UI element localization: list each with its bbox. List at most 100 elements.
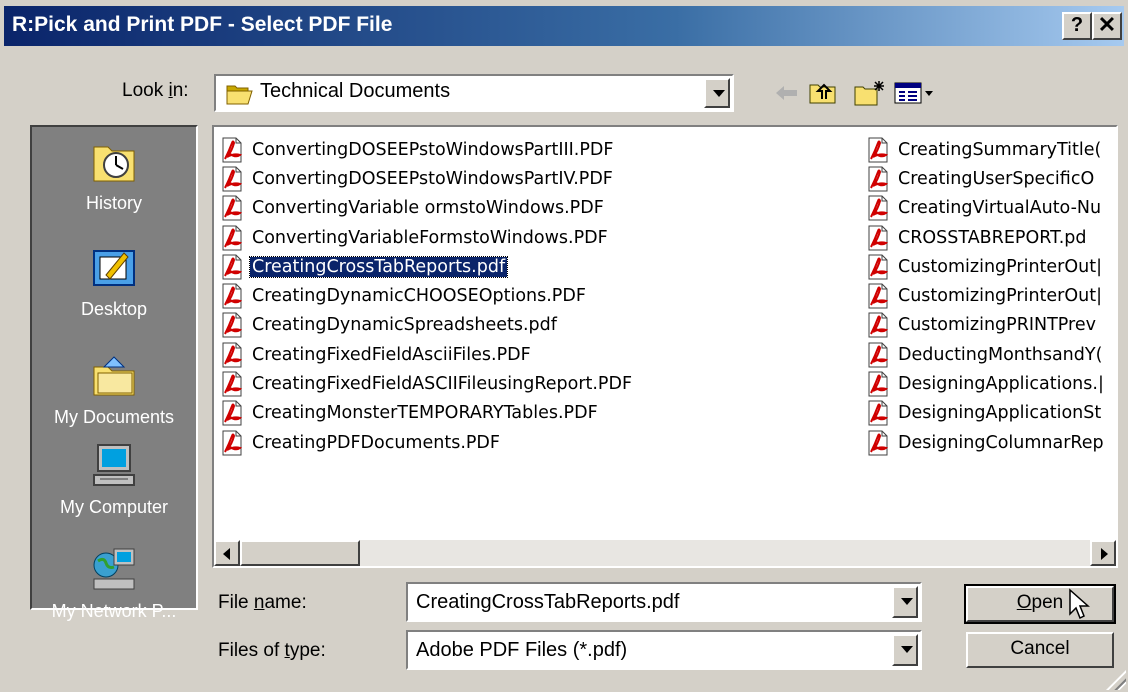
file-list-item[interactable]: ConvertingDOSEEPstoWindowsPartIV.PDF — [220, 164, 634, 193]
open-folder-icon — [226, 85, 253, 105]
scroll-left-button[interactable] — [214, 540, 240, 566]
file-list-item[interactable]: CreatingFixedFieldAsciiFiles.PDF — [220, 340, 634, 369]
file-list-item[interactable]: CustomizingPrinterOut| — [866, 281, 1106, 310]
pdf-file-icon — [222, 400, 243, 426]
file-column-2: CreatingSummaryTitle( CreatingUserSpecifi… — [866, 135, 1106, 457]
pdf-file-icon — [868, 166, 889, 192]
look-in-value: Technical Documents — [260, 80, 451, 102]
file-name-text: CustomizingPrinterOut| — [898, 286, 1102, 307]
file-name-text: ConvertingDOSEEPstoWindowsPartIV.PDF — [252, 168, 613, 189]
file-list-item[interactable]: CreatingDynamicCHOOSEOptions.PDF — [220, 281, 634, 310]
file-list-item[interactable]: ConvertingVariableFormstoWindows.PDF — [220, 223, 634, 252]
up-one-level-button[interactable] — [806, 78, 840, 108]
help-button[interactable]: ? — [1062, 12, 1092, 40]
pdf-file-icon — [222, 137, 243, 163]
look-in-combo[interactable]: Technical Documents — [214, 74, 734, 112]
file-type-label: Files of type: — [218, 640, 326, 662]
new-folder-button[interactable] — [850, 78, 890, 108]
file-name-label: File name: — [218, 592, 307, 614]
file-list-item[interactable]: CreatingVirtualAuto-Nu — [866, 194, 1106, 223]
close-button[interactable]: ✕ — [1092, 12, 1122, 40]
file-list-item[interactable]: DesigningApplicationSt — [866, 399, 1106, 428]
pdf-file-icon — [222, 371, 243, 397]
window-title: R:Pick and Print PDF - Select PDF File — [12, 13, 393, 36]
pdf-file-icon — [868, 312, 889, 338]
pdf-file-icon — [222, 430, 243, 456]
mouse-cursor-icon — [1069, 588, 1090, 620]
file-list-item[interactable]: CROSSTABREPORT.pd — [866, 223, 1106, 252]
file-list-item[interactable]: ConvertingVariable ormstoWindows.PDF — [220, 194, 634, 223]
views-menu-button[interactable] — [892, 78, 938, 108]
place-my-computer[interactable]: My Computer — [32, 443, 196, 518]
open-button-accel: O — [1016, 592, 1032, 613]
pdf-file-icon — [222, 342, 243, 368]
file-name-combo[interactable]: CreatingCrossTabReports.pdf — [406, 582, 922, 622]
file-list-item[interactable]: DesigningColumnarRep — [866, 428, 1106, 457]
cancel-button[interactable]: Cancel — [966, 632, 1114, 668]
file-name-text: ConvertingVariableFormstoWindows.PDF — [252, 227, 608, 248]
file-list-item[interactable]: ConvertingDOSEEPstoWindowsPartIII.PDF — [220, 135, 634, 164]
history-icon — [93, 146, 135, 182]
pdf-file-icon — [868, 342, 889, 368]
resize-grip[interactable] — [1106, 670, 1126, 690]
file-list-item[interactable]: CreatingCrossTabReports.pdf — [220, 252, 634, 281]
views-menu-icon — [894, 82, 933, 104]
place-my-documents[interactable]: My Documents — [32, 353, 196, 428]
file-name-text: DesigningApplicationSt — [898, 403, 1102, 424]
open-button-rest: pen — [1031, 592, 1064, 613]
place-my-network-places[interactable]: My Network P... — [32, 547, 196, 622]
desktop-icon — [93, 250, 135, 286]
back-button[interactable] — [772, 78, 802, 108]
file-list-item[interactable]: CreatingMonsterTEMPORARYTables.PDF — [220, 399, 634, 428]
place-history[interactable]: History — [32, 139, 196, 214]
look-in-label-pre: Look — [122, 80, 169, 101]
new-folder-icon — [854, 81, 884, 106]
file-list-item[interactable]: CreatingDynamicSpreadsheets.pdf — [220, 311, 634, 340]
file-type-dropdown-button[interactable] — [892, 634, 918, 666]
file-list-item[interactable]: CustomizingPrinterOut| — [866, 252, 1106, 281]
select-pdf-dialog: R:Pick and Print PDF - Select PDF File ?… — [0, 0, 1128, 692]
file-list-item[interactable]: DeductingMonthsandY( — [866, 340, 1106, 369]
file-name-text: CreatingSummaryTitle( — [898, 139, 1102, 160]
my-network-places-icon — [93, 548, 135, 590]
place-label: Desktop — [80, 299, 148, 319]
file-name-text: CreatingCrossTabReports.pdf — [248, 255, 509, 278]
scroll-right-button[interactable] — [1090, 540, 1116, 566]
pdf-file-icon — [222, 195, 243, 221]
horizontal-scrollbar[interactable] — [214, 540, 1116, 566]
file-list[interactable]: ConvertingDOSEEPstoWindowsPartIII.PDF Con… — [212, 125, 1118, 568]
place-label: My Network P... — [51, 601, 177, 621]
file-name-text: CreatingVirtualAuto-Nu — [898, 198, 1102, 219]
pdf-file-icon — [222, 312, 243, 338]
pdf-file-icon — [222, 225, 243, 251]
file-list-item[interactable]: DesigningApplications.| — [866, 369, 1106, 398]
file-name-text: CreatingMonsterTEMPORARYTables.PDF — [252, 403, 598, 424]
file-list-item[interactable]: CreatingPDFDocuments.PDF — [220, 428, 634, 457]
pdf-file-icon — [868, 195, 889, 221]
file-name-dropdown-button[interactable] — [892, 586, 918, 618]
look-in-dropdown-button[interactable] — [704, 78, 730, 108]
file-name-text: DeductingMonthsandY( — [898, 344, 1103, 365]
place-desktop[interactable]: Desktop — [32, 245, 196, 320]
file-type-combo[interactable]: Adobe PDF Files (*.pdf) — [406, 630, 922, 670]
file-list-item[interactable]: CreatingSummaryTitle( — [866, 135, 1106, 164]
pdf-file-icon — [868, 400, 889, 426]
pdf-file-icon — [868, 137, 889, 163]
back-arrow-icon — [776, 86, 797, 100]
place-label: History — [85, 193, 142, 213]
scroll-thumb[interactable] — [240, 540, 360, 566]
place-label: My Documents — [53, 407, 175, 427]
file-list-item[interactable]: CustomizingPRINTPrev — [866, 311, 1106, 340]
file-name-input[interactable]: CreatingCrossTabReports.pdf — [416, 591, 679, 614]
file-name-text: DesigningColumnarRep — [898, 432, 1104, 453]
look-in-label-post: n: — [172, 80, 189, 101]
place-label: My Computer — [59, 497, 169, 517]
file-list-item[interactable]: CreatingFixedFieldASCIIFileusingReport.P… — [220, 369, 634, 398]
my-documents-icon — [93, 356, 135, 396]
file-name-label-accel: n — [253, 592, 265, 613]
file-list-item[interactable]: CreatingUserSpecificO — [866, 164, 1106, 193]
file-name-text: CreatingFixedFieldAsciiFiles.PDF — [252, 344, 531, 365]
pdf-file-icon — [222, 166, 243, 192]
file-type-label-post: ype: — [289, 640, 326, 661]
title-bar[interactable]: R:Pick and Print PDF - Select PDF File ?… — [4, 6, 1124, 46]
